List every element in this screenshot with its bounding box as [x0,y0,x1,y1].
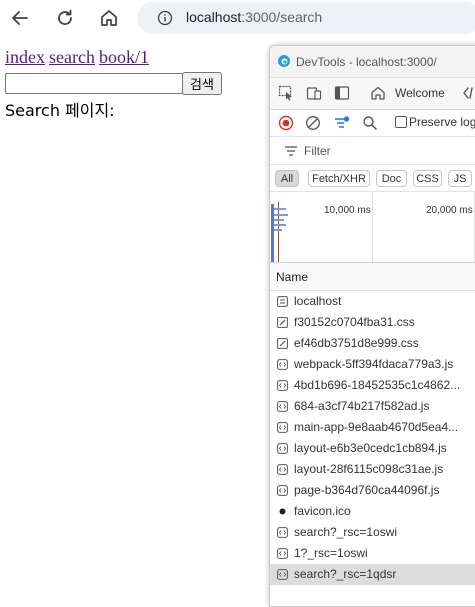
script-icon [277,422,288,433]
timeline-label-20000: 20,000 ms [426,205,473,216]
devtools-title: DevTools - localhost:3000/ [296,55,437,69]
type-filter-css[interactable]: CSS [413,170,442,187]
request-row[interactable]: 1?_rsc=1oswi [270,543,475,564]
timeline-request-bars [271,202,288,262]
request-row[interactable]: localhost [270,291,475,312]
request-name: search?_rsc=1oswi [294,525,398,539]
type-filter-bar: All Fetch/XHR Doc CSS JS [270,165,475,192]
back-arrow-icon [12,11,28,25]
request-row[interactable]: f30152c0704fba31.css [270,312,475,333]
request-row[interactable]: page-b364d760ca44096f.js [270,480,475,501]
request-name: favicon.ico [294,504,351,518]
request-row[interactable]: search?_rsc=1oswi [270,522,475,543]
script-icon [277,359,288,370]
nav-link-index[interactable]: index [5,47,45,67]
record-icon[interactable] [278,115,294,131]
page-nav: index search book/1 [5,47,153,68]
reload-button[interactable] [51,6,79,30]
fetch-icon [277,548,288,559]
device-toolbar-icon[interactable] [306,85,322,101]
document-icon [277,296,288,307]
url-host: localhost [186,9,242,25]
request-row[interactable]: layout-28f6115c098c31ae.js [270,459,475,480]
page-label: Search 페이지: [5,101,115,120]
column-header-name[interactable]: Name [270,263,475,291]
request-name: layout-28f6115c098c31ae.js [294,462,444,476]
request-row[interactable]: search?_rsc=1qdsr [270,564,475,585]
type-filter-fetch-xhr[interactable]: Fetch/XHR [308,170,370,187]
request-name: webpack-5ff394fdaca779a3.js [294,357,454,371]
site-info-icon[interactable] [157,10,173,26]
request-name: 4bd1b696-18452535c1c4862... [294,378,461,392]
url-text: localhost:3000/search [186,9,322,25]
devtools-window: DevTools - localhost:3000/ Welcome Prese… [269,45,475,607]
script-icon [277,485,288,496]
clear-icon[interactable] [305,115,321,131]
request-name: ef46db3751d8e999.css [294,336,419,350]
toggle-sidebar-icon[interactable] [334,85,350,101]
devtools-tabbar: Welcome [270,78,475,110]
sources-tab-icon[interactable] [462,85,475,101]
column-header-label: Name [276,270,309,284]
script-icon [277,401,288,412]
fetch-icon [277,569,288,580]
search-button[interactable]: 검색 [182,72,222,95]
request-row[interactable]: layout-e6b3e0cedc1cb894.js [270,438,475,459]
request-name: localhost [294,294,342,308]
request-row[interactable]: ef46db3751d8e999.css [270,333,475,354]
request-name: 1?_rsc=1oswi [294,546,368,560]
script-icon [277,380,288,391]
preserve-log-checkbox[interactable] [395,116,407,128]
type-filter-all[interactable]: All [275,170,299,187]
tab-welcome[interactable]: Welcome [370,84,456,103]
request-name: main-app-9e8aab4670d5ea4... [294,420,459,434]
url-path: :3000/search [241,9,323,25]
request-name: search?_rsc=1qdsr [294,567,397,581]
request-list: Name localhost f30152c0704fba31.css ef46db… [270,263,475,585]
stylesheet-icon [277,338,288,349]
search-input[interactable] [5,73,184,94]
filter-icon [285,146,297,156]
timeline-label-10000: 10,000 ms [324,205,371,216]
inspect-element-icon[interactable] [278,85,294,101]
home-icon [101,10,117,26]
search-icon[interactable] [362,115,378,131]
address-bar[interactable]: localhost:3000/search [137,2,475,34]
request-row[interactable]: favicon.ico [270,501,475,522]
nav-link-search[interactable]: search [49,47,95,67]
filter-input[interactable]: Filter [304,144,331,158]
type-filter-doc[interactable]: Doc [376,170,407,187]
request-rows: localhost f30152c0704fba31.css ef46db3751d… [270,291,475,585]
edge-logo-icon [278,55,290,67]
request-row[interactable]: main-app-9e8aab4670d5ea4... [270,417,475,438]
nav-link-book[interactable]: book/1 [99,47,149,67]
script-icon [277,464,288,475]
filter-bar[interactable]: Filter [270,137,475,165]
type-filter-js[interactable]: JS [448,170,472,187]
timeline-gridline [372,192,373,262]
request-name: layout-e6b3e0cedc1cb894.js [294,441,447,455]
request-name: page-b364d760ca44096f.js [294,483,440,497]
back-button[interactable] [6,6,34,30]
reload-icon [58,9,72,25]
devtools-titlebar: DevTools - localhost:3000/ [270,46,475,78]
favicon-icon [277,506,288,517]
request-name: 684-a3cf74b217f582ad.js [294,399,430,413]
preserve-log-label: Preserve log [409,115,475,129]
request-row[interactable]: 4bd1b696-18452535c1c4862... [270,375,475,396]
filter-settings-icon[interactable] [333,114,351,132]
request-row[interactable]: 684-a3cf74b217f582ad.js [270,396,475,417]
home-icon [371,86,385,100]
script-icon [277,443,288,454]
stylesheet-icon [277,317,288,328]
fetch-icon [277,527,288,538]
network-controls: Preserve log [270,110,475,137]
home-button[interactable] [95,6,123,30]
tab-welcome-label: Welcome [395,86,445,100]
browser-toolbar: localhost:3000/search [0,0,475,40]
request-name: f30152c0704fba31.css [294,315,415,329]
request-row[interactable]: webpack-5ff394fdaca779a3.js [270,354,475,375]
network-overview-timeline[interactable]: 10,000 ms 20,000 ms [270,192,475,263]
